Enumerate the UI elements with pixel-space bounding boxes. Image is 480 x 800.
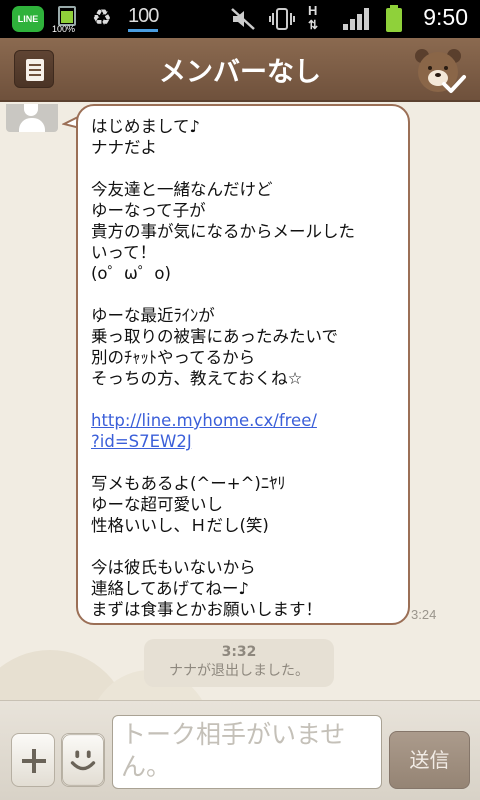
send-button[interactable]: 送信 <box>389 731 470 789</box>
system-notice-text: ナナが退出しました。 <box>169 663 309 679</box>
message-line: 今は彼氏もいないから <box>91 558 256 577</box>
battery-icon <box>386 5 402 32</box>
chat-area[interactable]: はじめまして♪ ナナだよ 今友達と一緒なんだけど ゆーなって子が 貴方の事が気に… <box>0 104 480 700</box>
battery-charging-icon <box>58 6 76 26</box>
battery-percent: 100% <box>52 24 76 34</box>
message-bubble[interactable]: はじめまして♪ ナナだよ 今友達と一緒なんだけど ゆーなって子が 貴方の事が気に… <box>76 104 410 625</box>
system-notice-time: 3:32 <box>221 644 257 660</box>
message-line: 連絡してあげてねー♪ <box>91 579 250 598</box>
data-arrows-icon: ⇅ <box>308 18 319 32</box>
message-input[interactable]: トーク相手がいません。 <box>112 715 382 789</box>
message-timestamp: 3:24 <box>411 607 437 622</box>
clock: 9:50 <box>423 4 468 30</box>
message-line: 別のﾁｬｯﾄやってるから <box>91 348 256 367</box>
message-line: 今友達と一緒なんだけど <box>91 180 273 199</box>
message-line <box>91 536 396 557</box>
vibrate-icon <box>269 8 295 30</box>
message-line: 乗っ取りの被害にあったみたいで <box>91 327 339 346</box>
message-link[interactable]: ?id=S7EW2J <box>91 431 396 452</box>
message-link[interactable]: http://line.myhome.cx/free/ <box>91 410 396 431</box>
message-line: はじめまして♪ <box>91 117 201 136</box>
system-notice: 3:32 ナナが退出しました。 <box>144 639 334 687</box>
message-line <box>91 284 396 305</box>
chat-header: メンバーなし <box>0 38 480 102</box>
message-line: 貴方の事が気になるからメールした <box>91 222 355 241</box>
network-type-indicator: H ⇅ <box>308 3 319 33</box>
avatar[interactable] <box>6 104 58 132</box>
page-title: メンバーなし <box>159 57 321 88</box>
message-line <box>91 158 396 179</box>
message-line: まずは食事とかお願いします！ <box>91 600 322 619</box>
mute-icon <box>231 8 255 30</box>
message-line <box>91 389 396 410</box>
smiley-icon[interactable] <box>61 733 105 787</box>
message-line: ゆーなって子が <box>91 201 206 220</box>
message-line: ナナだよ <box>91 138 157 157</box>
message-line: 写メもあるよ(^ー+^)ﾆﾔﾘ <box>91 474 286 493</box>
message-line <box>91 452 396 473</box>
plus-icon[interactable] <box>11 733 55 787</box>
sd-card-icon: 100 <box>128 3 159 32</box>
network-type: H <box>308 3 318 18</box>
message-line: ゆーな超可愛いし <box>91 495 223 514</box>
message-line: ゆーな最近ﾗｲﾝが <box>91 306 215 325</box>
bear-check-icon[interactable] <box>412 44 468 98</box>
message-line: いって！ <box>91 243 157 262</box>
signal-icon <box>343 8 369 30</box>
message-line: 性格いいし、Ｈだし(笑) <box>91 516 269 535</box>
message-line: そっちの方、教えておくね☆ <box>91 369 303 388</box>
line-app-icon: LINE <box>12 6 44 32</box>
message-line: (o゜ω゜o) <box>91 264 171 283</box>
input-bar: トーク相手がいません。 送信 <box>0 700 480 800</box>
recycle-icon: ♻ <box>92 6 112 31</box>
status-bar: LINE 100% ♻ 100 H ⇅ 9:50 <box>0 0 480 38</box>
